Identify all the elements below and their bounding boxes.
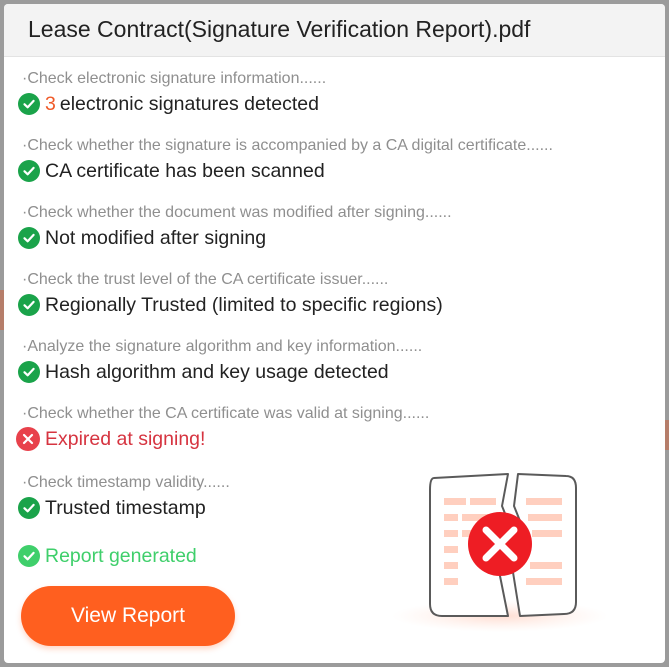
view-report-button[interactable]: View Report: [21, 586, 235, 646]
result-text: Hash algorithm and key usage detected: [45, 360, 389, 383]
check-result: Trusted timestamp: [18, 496, 206, 520]
check-circle-icon: [18, 160, 40, 182]
result-text: electronic signatures detected: [59, 92, 319, 115]
result-text: CA certificate has been scanned: [45, 159, 325, 182]
check-description: ·Check the trust level of the CA certifi…: [22, 271, 389, 288]
check-result: Regionally Trusted (limited to specific …: [18, 293, 443, 317]
check-result: Hash algorithm and key usage detected: [18, 360, 389, 384]
check-circle-icon: [18, 227, 40, 249]
x-circle-icon: [16, 427, 40, 451]
result-text: Not modified after signing: [45, 226, 267, 249]
result-text: Trusted timestamp: [45, 496, 206, 519]
check-circle-icon: [18, 545, 40, 567]
verification-dialog: Lease Contract(Signature Verification Re…: [4, 4, 665, 663]
check-circle-icon: [18, 361, 40, 383]
dialog-title: Lease Contract(Signature Verification Re…: [28, 16, 531, 42]
result-text: Regionally Trusted (limited to specific …: [45, 293, 443, 316]
check-circle-icon: [18, 497, 40, 519]
background-accent: [665, 420, 669, 450]
check-result: Not modified after signing: [18, 226, 266, 250]
check-result: Expired at signing!: [16, 427, 205, 451]
report-status: Report generated: [18, 544, 197, 568]
broken-document-error-icon: [392, 473, 608, 632]
check-description: ·Check whether the document was modified…: [22, 204, 452, 221]
check-description: ·Check whether the CA certificate was va…: [22, 405, 430, 422]
check-description: ·Check whether the signature is accompan…: [22, 137, 553, 154]
check-description: ·Analyze the signature algorithm and key…: [22, 338, 423, 355]
check-result: CA certificate has been scanned: [18, 159, 325, 183]
check-circle-icon: [18, 294, 40, 316]
report-status-text: Report generated: [45, 544, 197, 567]
check-circle-icon: [18, 93, 40, 115]
check-description: ·Check timestamp validity......: [22, 474, 230, 491]
check-description: ·Check electronic signature information.…: [22, 70, 327, 87]
dialog-titlebar: Lease Contract(Signature Verification Re…: [4, 4, 665, 57]
check-result: 3 electronic signatures detected: [18, 92, 319, 116]
result-text: Expired at signing!: [45, 427, 206, 450]
signature-count: 3: [45, 92, 56, 115]
